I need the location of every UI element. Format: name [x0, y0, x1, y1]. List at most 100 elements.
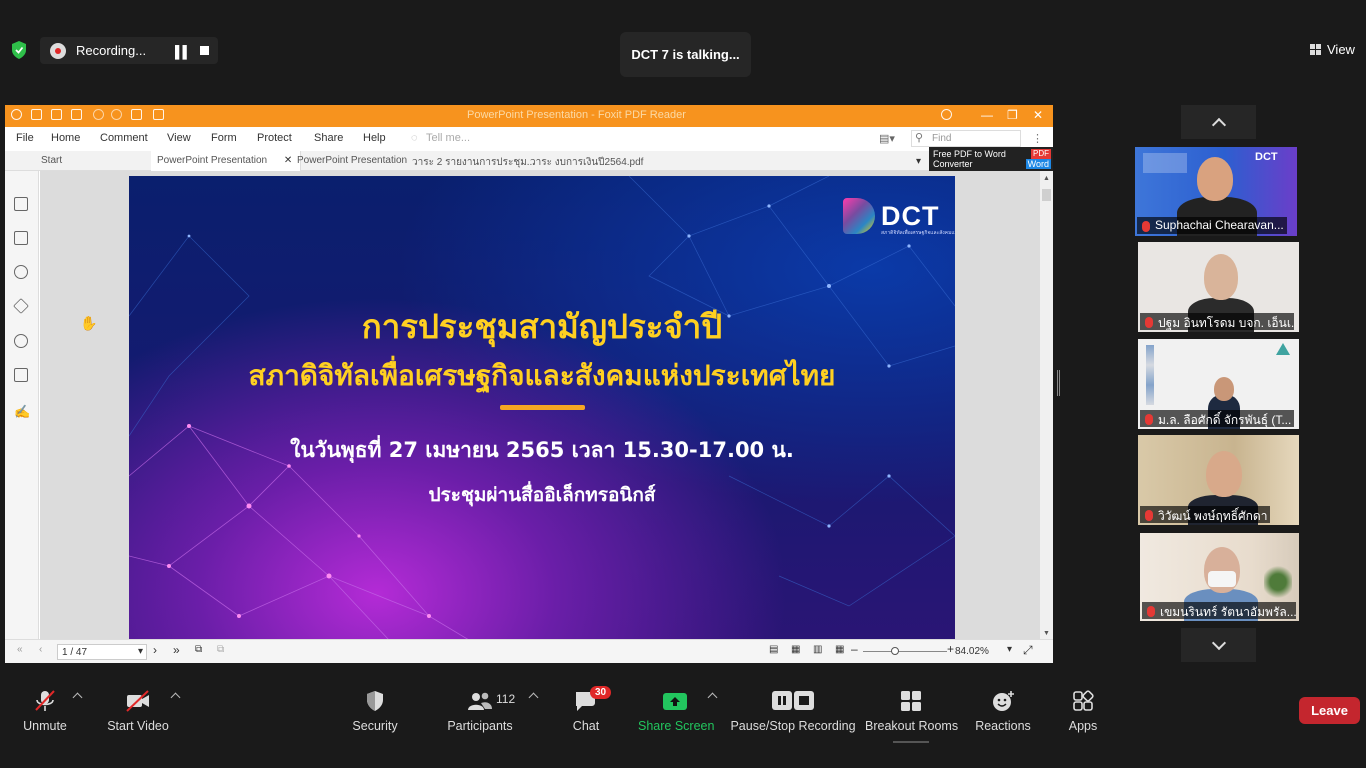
menu-share[interactable]: Share: [314, 132, 343, 144]
view-button[interactable]: View: [1310, 42, 1355, 57]
menu-protect[interactable]: Protect: [257, 132, 292, 144]
tab-close-icon[interactable]: ✕: [284, 155, 292, 166]
mic-muted-icon: [35, 690, 55, 711]
participant-tile[interactable]: เขมนรินทร์ รัตนาอัมพรัล...: [1140, 533, 1299, 621]
video-options-caret-icon[interactable]: [170, 692, 181, 703]
grid-icon: [1310, 44, 1321, 55]
scroll-down-icon[interactable]: ▼: [1043, 630, 1050, 637]
comments-icon[interactable]: [14, 265, 28, 279]
tab-agenda-2[interactable]: วาระ 2 รายงานการประชุม...: [412, 155, 535, 170]
pdf-to-word-ad[interactable]: Free PDF to Word Converter PDF Word: [929, 147, 1053, 171]
open-icon[interactable]: [31, 109, 42, 120]
highlight-icon[interactable]: [153, 109, 164, 120]
single-page-icon[interactable]: ▤: [769, 644, 778, 655]
audio-options-caret-icon[interactable]: [72, 692, 83, 703]
presentation-slide: DCT สภาดิจิทัลเพื่อเศรษฐกิจและสังคมแห่งป…: [129, 176, 955, 640]
first-page-icon[interactable]: «: [17, 644, 23, 655]
save-icon[interactable]: [51, 109, 62, 120]
scroll-up-icon[interactable]: ▲: [1043, 175, 1050, 182]
tab-list-dropdown[interactable]: ▾: [916, 156, 921, 167]
splitter-handle[interactable]: [1057, 370, 1060, 396]
hand-tool-icon[interactable]: [131, 109, 142, 120]
pause-stop-recording-button[interactable]: Pause/Stop Recording: [730, 680, 856, 733]
grid-view-icon[interactable]: ▦: [835, 644, 844, 655]
apps-button[interactable]: Apps: [1064, 680, 1102, 733]
share-screen-icon: [663, 693, 687, 710]
page-dropdown-icon[interactable]: ▾: [138, 646, 143, 657]
menu-help[interactable]: Help: [363, 132, 386, 144]
share-screen-button[interactable]: Share Screen: [638, 680, 714, 733]
minimize-button[interactable]: —: [981, 108, 993, 122]
shield-icon[interactable]: [10, 40, 28, 60]
menu-comment[interactable]: Comment: [100, 132, 148, 144]
participant-tile[interactable]: ม.ล. ลือศักดิ์ จักรพันธุ์ (T...: [1138, 339, 1299, 429]
restore-button[interactable]: ❐: [1007, 108, 1018, 122]
close-button[interactable]: ✕: [1033, 108, 1043, 122]
redo-icon[interactable]: [111, 109, 122, 120]
slide-title-2: สภาดิจิทัลเพื่อเศรษฐกิจและสังคมแห่งประเท…: [248, 359, 836, 392]
menu-home[interactable]: Home: [51, 132, 80, 144]
participant-tile[interactable]: DCT Suphachai Chearavan...: [1135, 147, 1297, 236]
vertical-scrollbar[interactable]: ▲ ▼: [1040, 171, 1053, 639]
gallery-down-button[interactable]: [1181, 628, 1256, 662]
pages-icon[interactable]: [14, 231, 28, 245]
gallery-up-button[interactable]: [1181, 105, 1256, 139]
slide-mode: ประชุมผ่านสื่ออิเล็กทรอนิกส์: [428, 484, 656, 506]
zoom-level[interactable]: 84.02%: [955, 646, 989, 657]
start-video-label: Start Video: [107, 719, 169, 733]
bookmark-icon[interactable]: [14, 197, 28, 211]
participant-tile[interactable]: ปฐม อินทโรดม บจก. เอ็นเ...: [1138, 242, 1299, 332]
participants-caret-icon[interactable]: [528, 692, 539, 703]
next-page-icon[interactable]: ›: [153, 643, 157, 657]
signature-icon[interactable]: ✍: [14, 404, 30, 419]
layout-icon[interactable]: ▤▾: [879, 132, 895, 145]
breakout-rooms-button[interactable]: Breakout Rooms: [865, 680, 958, 743]
print-icon[interactable]: [71, 109, 82, 120]
fullscreen-icon[interactable]: ⤢: [1023, 643, 1033, 658]
participant-name: วิวัฒน์ พงษ์ฤทธิ์ศักดา: [1140, 506, 1271, 523]
start-video-button[interactable]: Start Video: [106, 680, 170, 733]
participants-button[interactable]: 112 Participants: [446, 680, 515, 733]
security-lock-icon[interactable]: [14, 368, 28, 382]
search-icon: ⚲: [915, 132, 924, 144]
chat-button[interactable]: 30 Chat: [566, 680, 612, 733]
tell-me-input[interactable]: Tell me...: [426, 132, 470, 144]
participant-head: [1197, 157, 1233, 201]
layers-icon[interactable]: [13, 298, 29, 314]
menu-view[interactable]: View: [167, 132, 191, 144]
dct-logo: DCT สภาดิจิทัลเพื่อเศรษฐกิจและสังคมแห่งป…: [843, 198, 955, 236]
last-page-icon[interactable]: »: [173, 643, 180, 657]
pause-recording-button[interactable]: ▌▌: [175, 45, 191, 59]
scroll-thumb[interactable]: [1042, 189, 1051, 201]
unmute-label: Unmute: [23, 719, 67, 733]
facing-icon[interactable]: ▥: [813, 644, 822, 655]
tab-start[interactable]: Start: [41, 155, 62, 166]
stop-recording-button[interactable]: [200, 46, 209, 55]
zoom-slider-track[interactable]: [863, 651, 947, 652]
leave-button[interactable]: Leave: [1299, 697, 1360, 724]
account-icon[interactable]: [941, 109, 952, 120]
zoom-out-icon[interactable]: –: [851, 642, 858, 656]
zoom-dropdown-icon[interactable]: ▾: [1007, 644, 1012, 655]
prev-page-icon[interactable]: ‹: [39, 644, 42, 655]
tab-powerpoint-2[interactable]: PowerPoint Presentation: [297, 155, 407, 166]
more-icon[interactable]: ⋮: [1032, 132, 1043, 145]
view-mode-2-icon[interactable]: ⧉: [217, 644, 224, 655]
tab-powerpoint-active[interactable]: PowerPoint Presentation ✕: [151, 151, 302, 171]
continuous-icon[interactable]: ▦: [791, 644, 800, 655]
tab-financial-pdf[interactable]: วาระ งบการเงินปี2564.pdf: [530, 155, 643, 170]
undo-icon[interactable]: [93, 109, 104, 120]
menu-file[interactable]: File: [16, 132, 34, 144]
zoom-slider-knob[interactable]: [891, 647, 899, 655]
page-number-input[interactable]: 1 / 47 ▾: [57, 644, 147, 660]
participant-tile[interactable]: วิวัฒน์ พงษ์ฤทธิ์ศักดา: [1138, 435, 1299, 525]
view-mode-icon[interactable]: ⧉: [195, 644, 202, 655]
dct-logo-text: DCT: [881, 200, 940, 231]
unmute-button[interactable]: Unmute: [18, 680, 72, 733]
reactions-button[interactable]: Reactions: [975, 680, 1031, 733]
security-button[interactable]: Security: [350, 680, 400, 733]
menu-form[interactable]: Form: [211, 132, 237, 144]
attachment-icon[interactable]: [14, 334, 28, 348]
find-input[interactable]: Find: [911, 130, 1021, 147]
zoom-in-icon[interactable]: +: [947, 642, 954, 656]
